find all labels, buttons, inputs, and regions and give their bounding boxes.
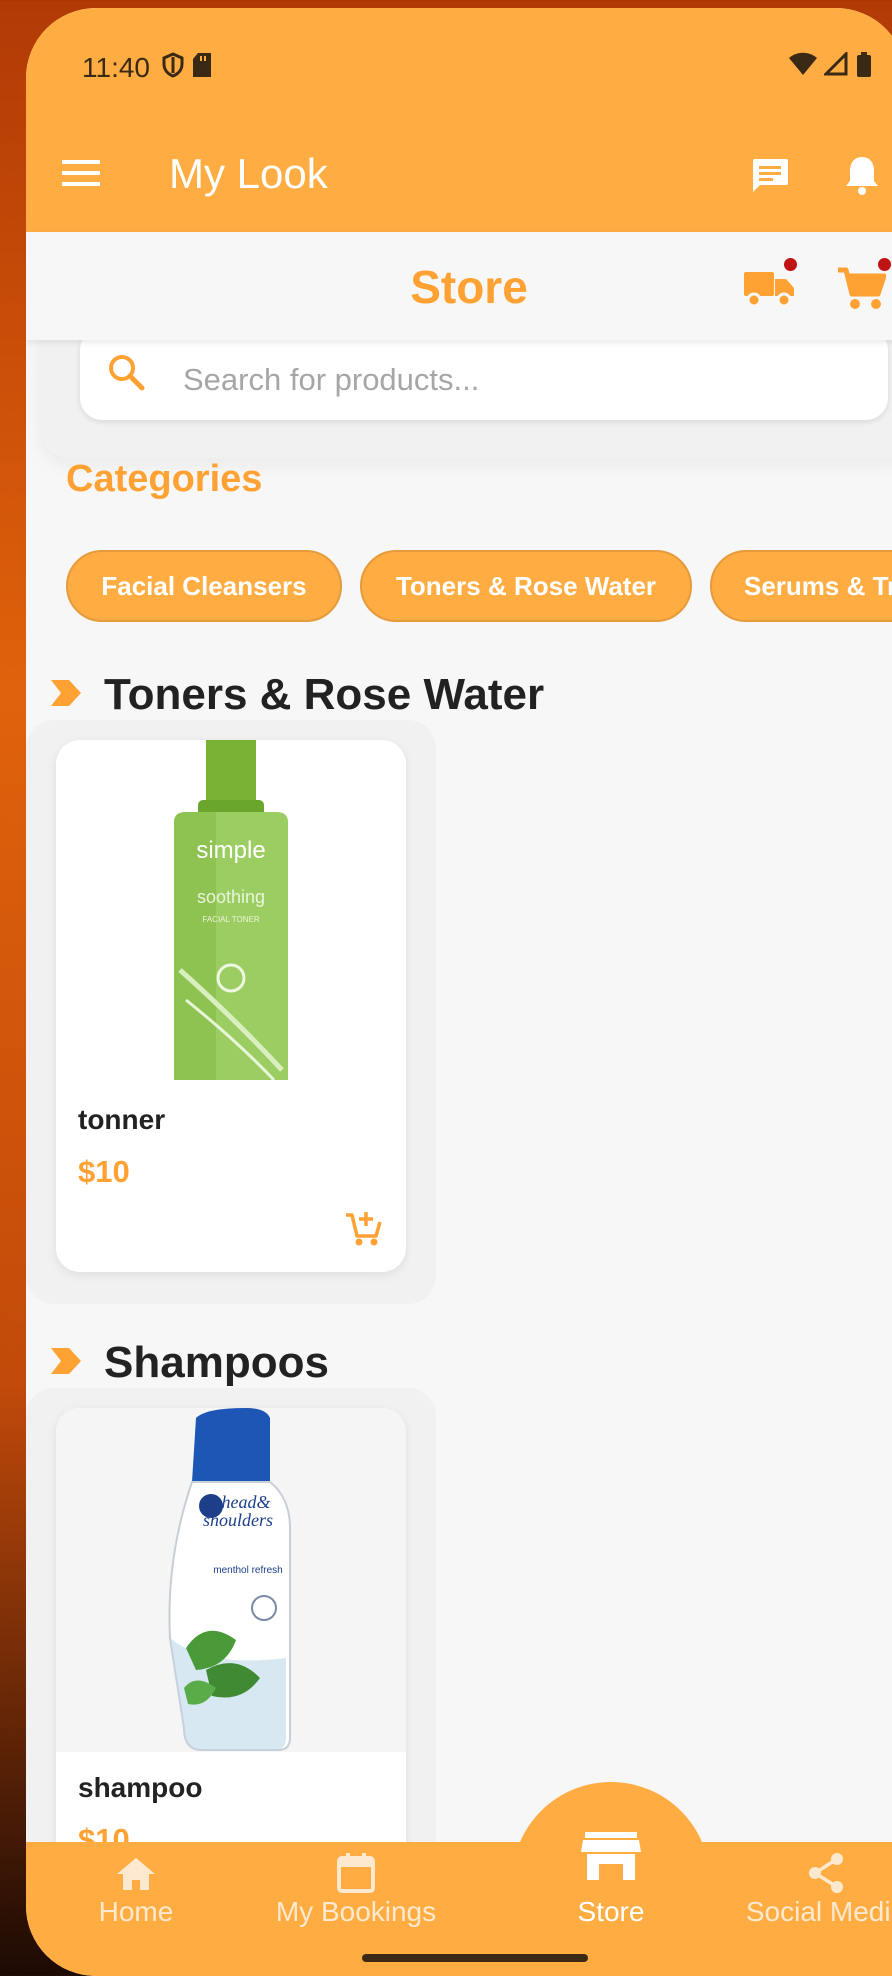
product-name: shampoo: [78, 1772, 203, 1803]
product-price: $10: [78, 1154, 130, 1189]
category-chip-facial-cleansers[interactable]: Facial Cleansers: [66, 550, 342, 622]
share-icon: [809, 1853, 843, 1893]
shampoo-brand-label: head&: [222, 1492, 271, 1512]
section-title-toners: Toners & Rose Water: [104, 670, 545, 719]
home-indicator[interactable]: [362, 1954, 588, 1962]
toner-brand-label: simple: [196, 837, 265, 864]
add-to-cart-icon[interactable]: [344, 1210, 382, 1248]
app-title: My Look: [169, 150, 328, 197]
menu-icon[interactable]: [62, 158, 100, 188]
category-chip-serums[interactable]: Serums & Tr: [710, 550, 892, 622]
bell-icon[interactable]: [844, 154, 880, 196]
section-title-shampoos: Shampoos: [104, 1338, 329, 1387]
status-time: 11:40: [82, 52, 150, 83]
shampoo-brand2-label: shoulders: [203, 1510, 273, 1530]
nav-label-active: Store: [577, 1896, 645, 1927]
toner-line-label: soothing: [197, 887, 265, 907]
phone-screen: 11:40 My Look Search for products... Sto…: [26, 8, 892, 1976]
nav-item-my-bookings[interactable]: My Bookings: [246, 1842, 466, 1952]
product-image-toner: simple soothing FACIAL TONER: [174, 740, 288, 1082]
truck-badge: [784, 258, 797, 271]
product-name: tonner: [78, 1104, 166, 1135]
product-card-tonner[interactable]: simple soothing FACIAL TONER tonner $10: [56, 740, 406, 1272]
nav-label: My Bookings: [275, 1896, 437, 1927]
cell-signal-icon: [824, 52, 848, 76]
store-icon: [581, 1832, 641, 1880]
status-bar: 11:40: [26, 8, 892, 118]
wifi-icon: [789, 52, 817, 75]
truck-icon[interactable]: [742, 266, 796, 308]
cart-badge: [878, 258, 891, 271]
battery-icon: [857, 52, 871, 77]
cart-icon[interactable]: [836, 266, 886, 312]
nav-label: Home: [98, 1896, 174, 1927]
nav-label: Social Media: [745, 1896, 892, 1927]
home-icon: [117, 1858, 155, 1890]
nav-item-social-media[interactable]: Social Media: [716, 1842, 892, 1952]
shampoo-variant-label: menthol refresh: [213, 1565, 282, 1576]
category-chip-toners[interactable]: Toners & Rose Water: [360, 550, 692, 622]
search-input[interactable]: Search for products...: [80, 328, 888, 420]
nav-item-home[interactable]: Home: [26, 1842, 246, 1952]
app-bar: My Look: [26, 118, 892, 232]
categories-title: Categories: [66, 458, 263, 500]
shield-icon: [162, 52, 184, 78]
sd-card-icon: [193, 53, 211, 77]
toner-sub-label: FACIAL TONER: [202, 915, 259, 924]
chat-icon[interactable]: [750, 156, 790, 196]
section-chevron-icon: [51, 1348, 81, 1374]
store-header: Store: [26, 232, 892, 340]
section-chevron-icon: [51, 680, 81, 706]
search-placeholder: Search for products...: [183, 362, 480, 397]
nav-item-store[interactable]: Store: [501, 1832, 721, 1952]
search-icon: [109, 355, 145, 391]
product-image-shampoo: head& shoulders menthol refresh: [168, 1408, 291, 1751]
calendar-icon: [337, 1853, 375, 1893]
